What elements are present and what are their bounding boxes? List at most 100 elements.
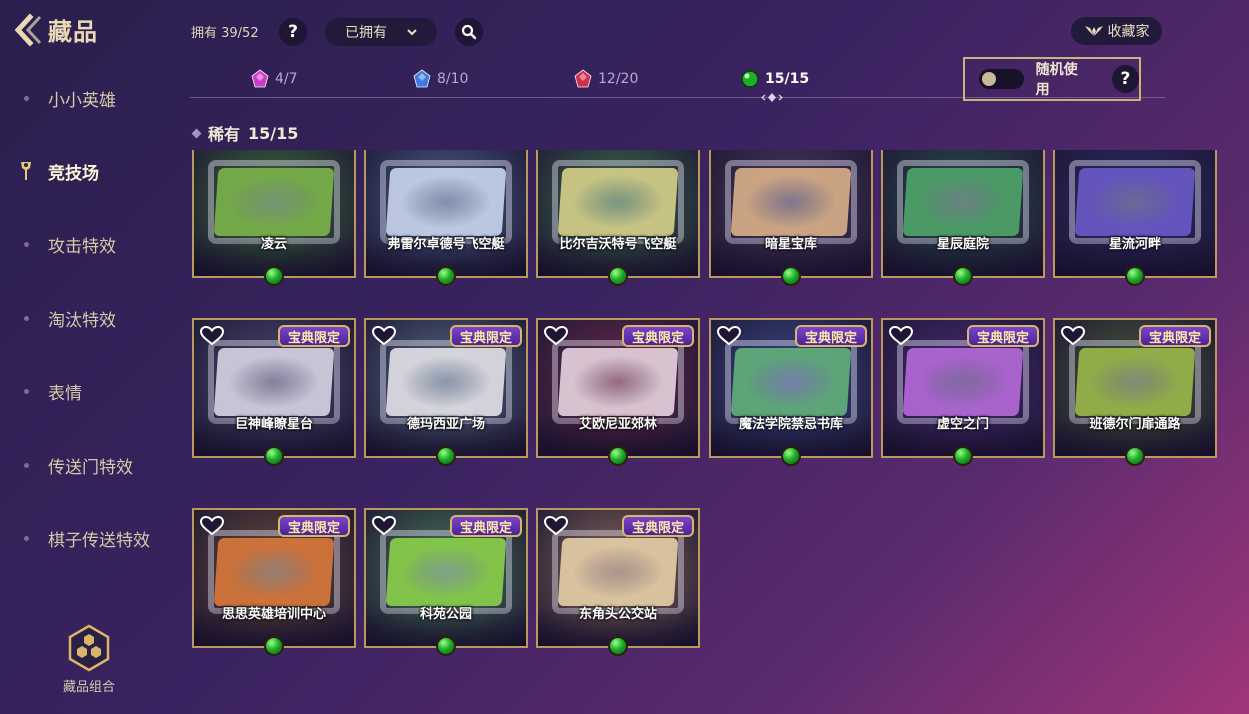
rarity-gem-icon xyxy=(1125,266,1145,286)
arena-card[interactable]: 凌云 xyxy=(192,150,356,286)
board-surface xyxy=(902,168,1024,236)
arena-card[interactable]: 虚空之门 宝典限定 xyxy=(881,318,1045,466)
rarity-tab[interactable]: 15/15 xyxy=(740,68,809,90)
limited-badge: 宝典限定 xyxy=(449,515,522,537)
favorite-heart-icon[interactable] xyxy=(372,326,396,346)
limited-badge: 宝典限定 xyxy=(794,325,867,347)
nav-dot xyxy=(24,388,29,394)
board-surface xyxy=(385,168,507,236)
active-tab-marker-icon xyxy=(761,93,783,102)
arena-card[interactable]: 东角头公交站 宝典限定 xyxy=(536,508,700,656)
ownership-filter-select[interactable]: 已拥有 xyxy=(325,18,437,46)
nav-dot xyxy=(24,315,29,321)
arena-card[interactable]: 德玛西亚广场 宝典限定 xyxy=(364,318,528,466)
favorite-heart-icon[interactable] xyxy=(717,326,741,346)
random-help-button[interactable]: ? xyxy=(1111,65,1139,93)
board-surface xyxy=(385,538,507,606)
random-use-panel: 随机使用 ? xyxy=(963,57,1141,101)
question-icon: ? xyxy=(288,22,298,42)
rarity-gem-icon xyxy=(741,70,759,88)
rarity-tab-label: 12/20 xyxy=(598,71,639,87)
arena-name: 艾欧尼亚郊林 xyxy=(578,417,657,432)
limited-badge: 宝典限定 xyxy=(966,325,1039,347)
rarity-tab-label: 8/10 xyxy=(437,71,469,87)
rarity-gem-icon xyxy=(436,446,456,466)
board-surface xyxy=(557,538,679,606)
rarity-tab[interactable]: 12/20 xyxy=(573,68,638,90)
collector-wings-icon xyxy=(1084,26,1103,36)
collection-combo-button[interactable]: 藏品组合 xyxy=(56,624,122,695)
sidebar-item[interactable]: 淘汰特效 xyxy=(0,298,175,338)
sidebar-item[interactable]: 攻击特效 xyxy=(0,224,175,264)
sidebar-item[interactable]: 小小英雄 xyxy=(0,78,175,118)
arena-card[interactable]: 比尔吉沃特号飞空艇 xyxy=(536,150,700,286)
arena-name: 东角头公交站 xyxy=(578,607,657,622)
help-button[interactable]: ? xyxy=(279,18,307,46)
board-surface xyxy=(557,168,679,236)
arena-card[interactable]: 星流河畔 xyxy=(1053,150,1217,286)
rarity-tab[interactable]: 4/7 xyxy=(250,68,298,90)
sidebar-item-label: 棋子传送特效 xyxy=(48,530,150,551)
nav-dot xyxy=(24,462,29,468)
favorite-heart-icon[interactable] xyxy=(544,516,568,536)
favorite-heart-icon[interactable] xyxy=(889,326,913,346)
favorite-heart-icon[interactable] xyxy=(372,516,396,536)
rarity-gem-icon xyxy=(264,636,284,656)
arena-card[interactable]: 思思英雄培训中心 宝典限定 xyxy=(192,508,356,656)
sidebar-item[interactable]: 表情 xyxy=(0,371,175,411)
rarity-gem-icon xyxy=(1125,446,1145,466)
sidebar-item-label: 表情 xyxy=(48,383,82,404)
arena-name: 科苑公园 xyxy=(419,607,472,622)
arena-name: 星流河畔 xyxy=(1108,237,1161,252)
arena-card[interactable]: 暗星宝库 xyxy=(709,150,873,286)
sidebar-item-label: 竞技场 xyxy=(48,163,99,184)
favorite-heart-icon[interactable] xyxy=(200,326,224,346)
collector-button[interactable]: 收藏家 xyxy=(1071,17,1162,45)
board-surface xyxy=(1074,168,1196,236)
rarity-gem-icon xyxy=(608,636,628,656)
limited-badge: 宝典限定 xyxy=(449,325,522,347)
arena-card[interactable]: 巨神峰瞭星台 宝典限定 xyxy=(192,318,356,466)
arena-card[interactable]: 科苑公园 宝典限定 xyxy=(364,508,528,656)
honeycomb-icon xyxy=(68,624,110,672)
section-diamond-icon xyxy=(191,128,202,138)
owned-count: 拥有 39/52 xyxy=(191,26,259,41)
back-arrow-icon[interactable] xyxy=(12,12,42,47)
sidebar-item[interactable]: 传送门特效 xyxy=(0,445,175,485)
random-use-toggle[interactable] xyxy=(979,69,1024,89)
arena-name: 弗雷尔卓德号飞空艇 xyxy=(387,237,505,252)
limited-badge: 宝典限定 xyxy=(621,325,694,347)
toggle-knob xyxy=(982,72,996,86)
arena-torch-icon xyxy=(21,162,31,180)
arena-card[interactable]: 魔法学院禁忌书库 宝典限定 xyxy=(709,318,873,466)
favorite-heart-icon[interactable] xyxy=(1061,326,1085,346)
random-use-label: 随机使用 xyxy=(1035,62,1078,98)
limited-badge: 宝典限定 xyxy=(1138,325,1211,347)
section-header: 稀有 15/15 xyxy=(191,121,298,145)
arena-name: 凌云 xyxy=(260,237,287,252)
rarity-tab-label: 4/7 xyxy=(275,71,298,87)
arena-name: 巨神峰瞭星台 xyxy=(234,417,313,432)
arena-name: 星辰庭院 xyxy=(936,237,989,252)
arena-card[interactable]: 弗雷尔卓德号飞空艇 xyxy=(364,150,528,286)
rarity-gem-icon xyxy=(264,446,284,466)
favorite-heart-icon[interactable] xyxy=(544,326,568,346)
limited-badge: 宝典限定 xyxy=(621,515,694,537)
arena-card[interactable]: 班德尔门扉通路 宝典限定 xyxy=(1053,318,1217,466)
arena-name: 班德尔门扉通路 xyxy=(1089,417,1181,432)
rarity-gem-icon xyxy=(781,446,801,466)
arena-card[interactable]: 艾欧尼亚郊林 宝典限定 xyxy=(536,318,700,466)
arena-name: 德玛西亚广场 xyxy=(406,417,485,432)
page-title: 藏品 xyxy=(48,18,98,46)
rarity-tab[interactable]: 8/10 xyxy=(412,68,468,90)
search-button[interactable] xyxy=(455,18,483,46)
sidebar-item[interactable]: 棋子传送特效 xyxy=(0,518,175,558)
arena-preview xyxy=(366,150,526,276)
rarity-tab-label: 15/15 xyxy=(765,71,810,87)
favorite-heart-icon[interactable] xyxy=(200,516,224,536)
question-icon: ? xyxy=(1120,69,1131,89)
sidebar-item[interactable]: 竞技场 xyxy=(0,151,175,191)
arena-card[interactable]: 星辰庭院 xyxy=(881,150,1045,286)
back-title[interactable]: 藏品 xyxy=(12,12,98,47)
arena-grid: 凌云 弗雷尔卓德号飞空艇 比尔吉沃特号飞空艇 暗星宝库 星辰庭院 星流河畔 巨神峰瞭星台 宝典… xyxy=(190,150,1220,680)
